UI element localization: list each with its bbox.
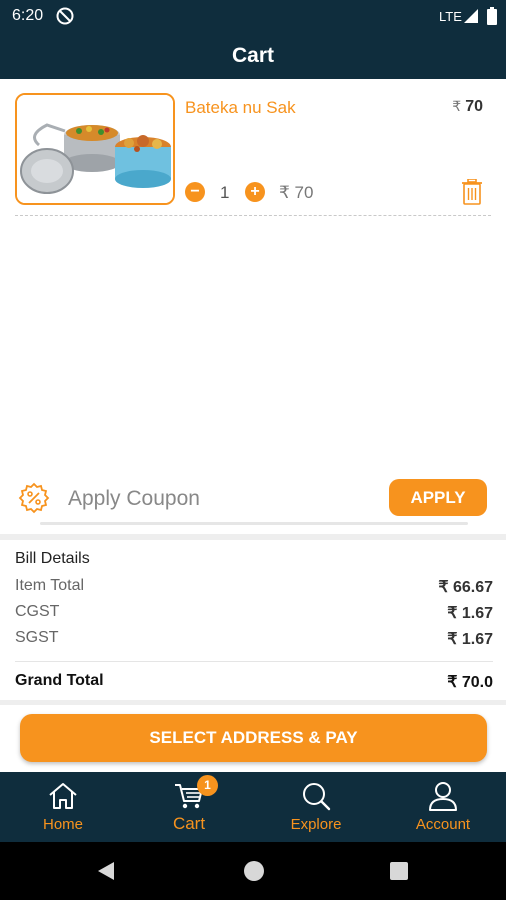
nav-item-cart[interactable]: 1 Cart	[126, 772, 252, 842]
cart-item: Bateka nu Sak ₹70 − 1 + ₹ 70	[15, 93, 491, 216]
grand-total-value: ₹ 70.0	[447, 674, 493, 691]
system-navigation-bar	[0, 842, 506, 900]
select-address-pay-button[interactable]: SELECT ADDRESS & PAY	[20, 714, 487, 762]
item-price: ₹70	[452, 98, 483, 116]
search-icon	[303, 783, 331, 811]
cart-count-badge: 1	[197, 775, 218, 796]
grand-total-row: Grand Total ₹ 70.0	[15, 670, 493, 696]
increase-quantity-button[interactable]: +	[245, 182, 265, 202]
section-divider	[0, 534, 506, 540]
discount-badge-icon	[18, 482, 50, 514]
item-subtotal: ₹ 70	[279, 183, 314, 202]
bill-row-item-total: Item Total ₹ 66.67	[15, 575, 493, 601]
currency-symbol: ₹	[452, 98, 462, 114]
coupon-input-underline	[40, 522, 468, 525]
bottom-navigation: Home 1 Cart Explore Account	[0, 772, 506, 842]
coupon-section: APPLY	[0, 472, 506, 532]
signal-icon	[464, 9, 478, 23]
nav-label-explore: Explore	[290, 816, 342, 833]
bill-row-label: CGST	[15, 603, 60, 620]
bill-row-value: ₹ 1.67	[447, 631, 493, 648]
status-bar: 6:20 LTE	[0, 0, 506, 32]
app-bar: Cart	[0, 32, 506, 79]
bill-divider	[15, 661, 493, 662]
bill-details: Bill Details Item Total ₹ 66.67 CGST ₹ 1…	[15, 550, 493, 696]
nav-item-explore[interactable]: Explore	[253, 772, 379, 842]
apply-coupon-button[interactable]: APPLY	[389, 479, 487, 516]
item-name[interactable]: Bateka nu Sak	[185, 98, 296, 118]
bill-row-cgst: CGST ₹ 1.67	[15, 601, 493, 627]
grand-total-label: Grand Total	[15, 672, 104, 689]
bill-title: Bill Details	[15, 550, 90, 567]
home-icon	[49, 783, 77, 809]
coupon-input[interactable]	[68, 483, 368, 515]
back-icon[interactable]	[96, 861, 116, 881]
battery-icon	[487, 7, 497, 25]
recent-apps-icon[interactable]	[390, 862, 408, 880]
bill-row-value: ₹ 1.67	[447, 605, 493, 622]
nav-item-home[interactable]: Home	[0, 772, 126, 842]
status-time: 6:20	[12, 7, 44, 24]
page-title: Cart	[231, 44, 274, 67]
section-divider	[0, 700, 506, 705]
bill-row-label: SGST	[15, 629, 59, 646]
user-icon	[429, 782, 457, 811]
bill-row-sgst: SGST ₹ 1.67	[15, 627, 493, 653]
network-type: LTE	[439, 9, 462, 24]
nav-label-account: Account	[415, 816, 471, 833]
tiffin-box-image	[15, 93, 175, 205]
nav-label-home: Home	[42, 816, 83, 833]
do-not-disturb-icon	[56, 7, 74, 25]
nav-label-cart: Cart	[172, 814, 206, 833]
quantity-value: 1	[220, 183, 230, 202]
decrease-quantity-button[interactable]: −	[185, 182, 205, 202]
bill-row-label: Item Total	[15, 577, 85, 594]
nav-item-account[interactable]: Account	[380, 772, 506, 842]
item-price-value: 70	[465, 98, 483, 115]
home-button-icon[interactable]	[244, 861, 264, 881]
trash-icon[interactable]	[461, 179, 483, 205]
bill-row-value: ₹ 66.67	[438, 579, 493, 596]
